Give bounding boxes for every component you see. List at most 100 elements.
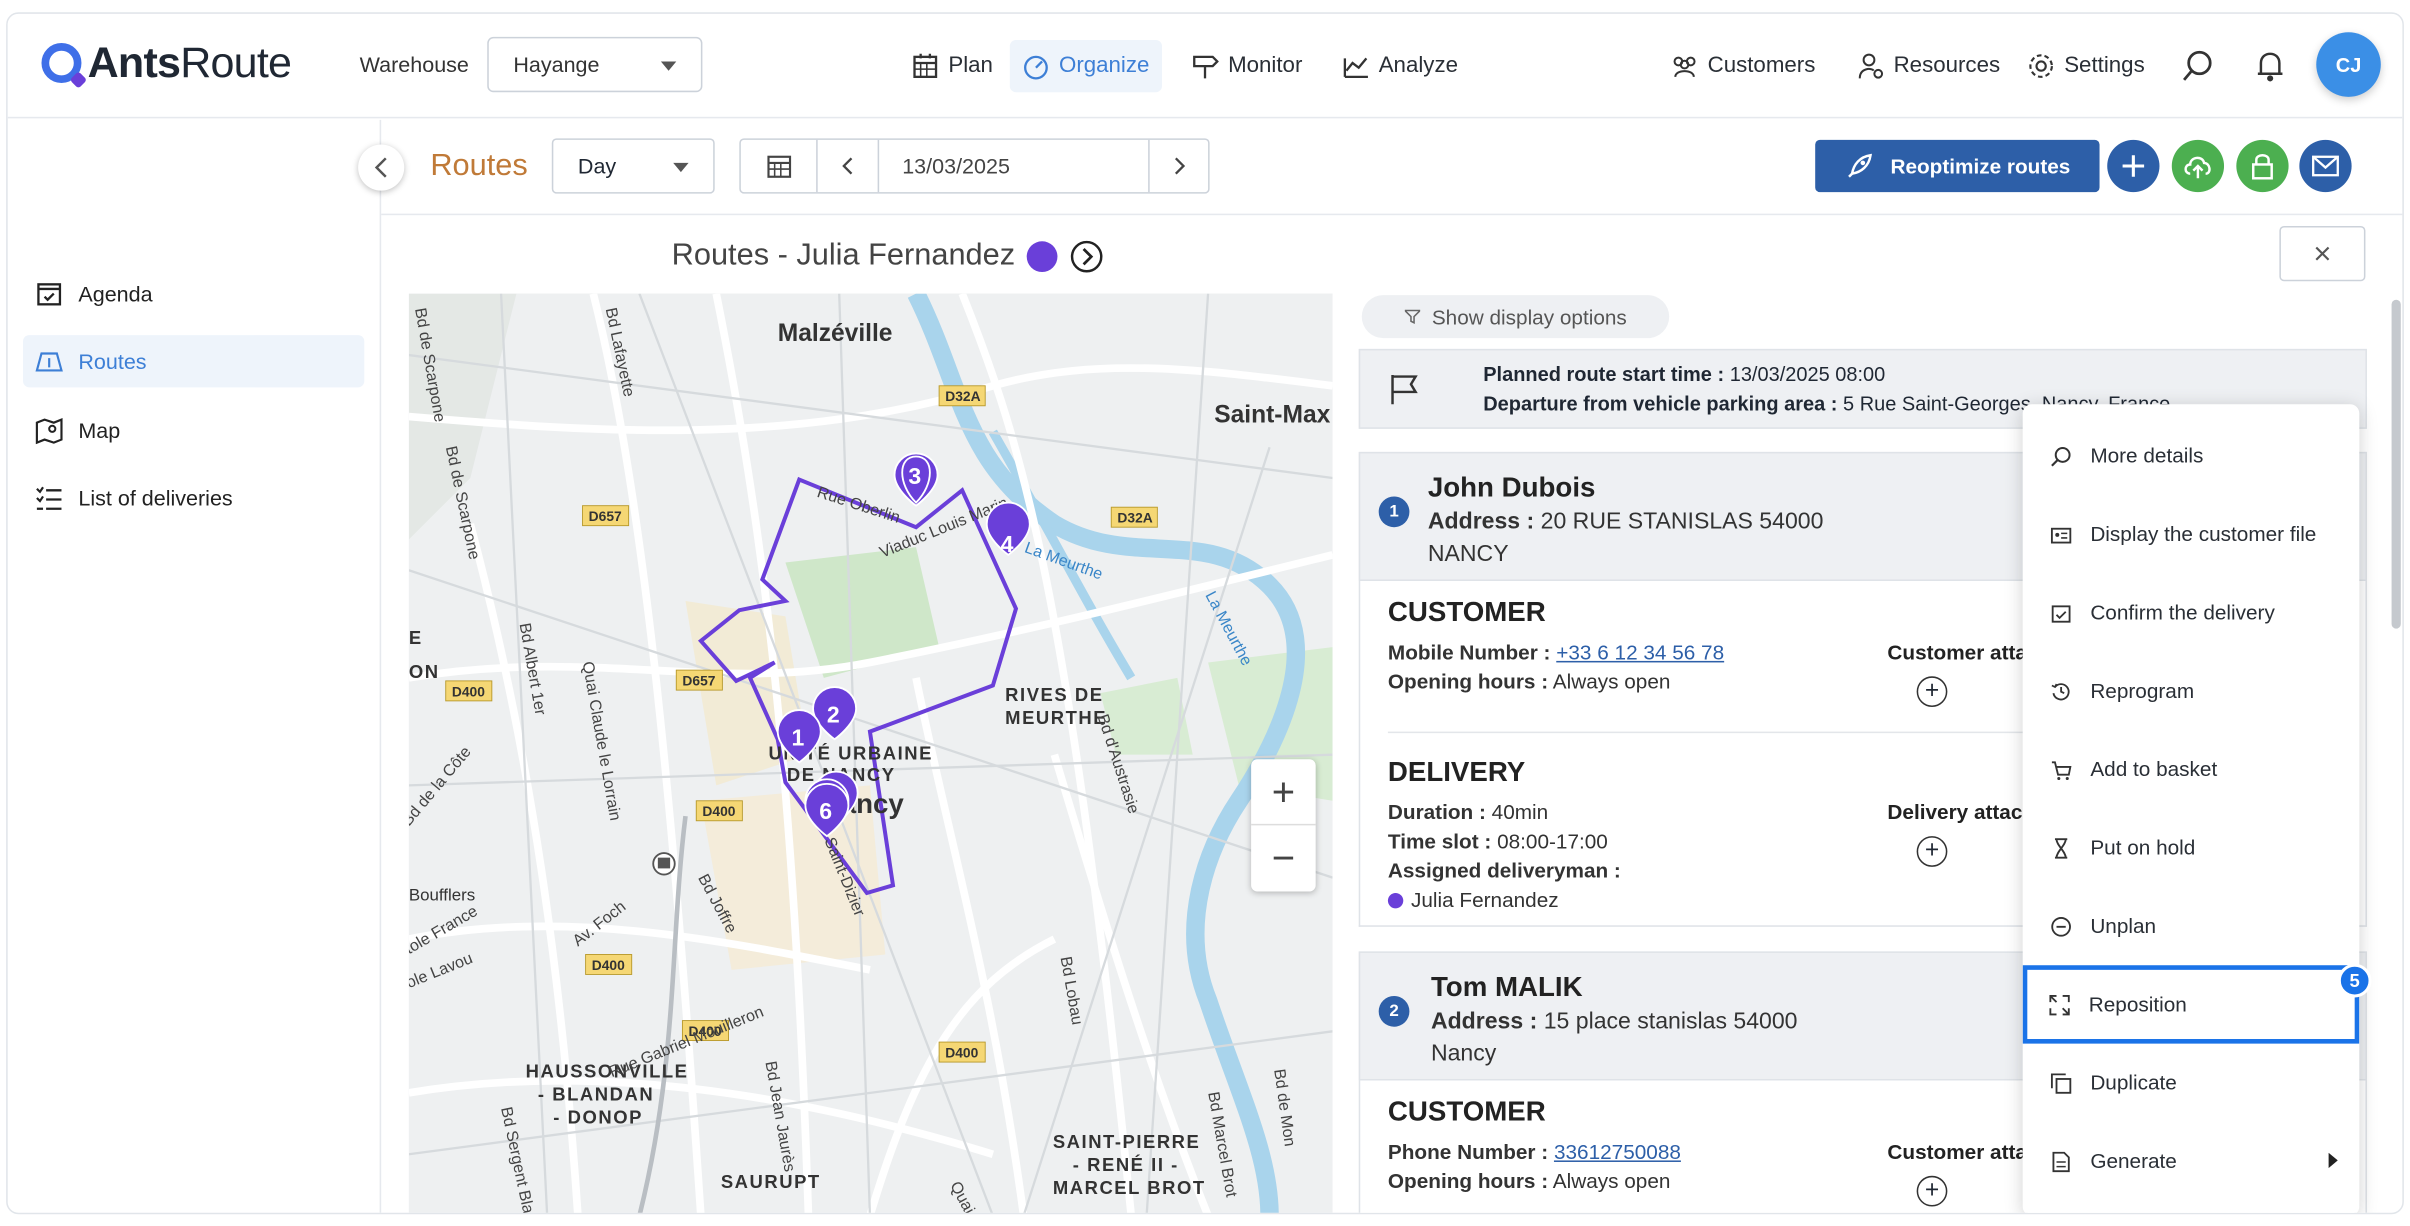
menu-item-put-on-hold[interactable]: Put on hold	[2023, 808, 2360, 886]
show-options-label: Show display options	[1431, 305, 1627, 329]
logo-text: AntsRoute	[87, 38, 292, 87]
customer-attachments-label: Customer atta	[1887, 640, 2027, 664]
nav-analyze[interactable]: Analyze	[1330, 40, 1471, 92]
email-button[interactable]	[2299, 139, 2352, 193]
zoom-icon	[2051, 446, 2071, 466]
svg-text:D400: D400	[592, 957, 625, 973]
menu-item-unplan[interactable]: Unplan	[2023, 887, 2360, 965]
close-icon	[2315, 246, 2330, 261]
sidebar-item-routes[interactable]: Routes	[23, 335, 365, 388]
delivery-attachments-label: Delivery attac	[1887, 800, 2023, 824]
menu-item-add-to-basket[interactable]: Add to basket	[2023, 730, 2360, 808]
nav-monitor[interactable]: Monitor	[1179, 40, 1315, 92]
chevron-circle-right-icon[interactable]	[1070, 239, 1104, 273]
chevron-right-icon	[1174, 157, 1186, 175]
svg-text:D400: D400	[702, 803, 735, 819]
svg-text:- BLANDAN: - BLANDAN	[538, 1083, 654, 1104]
customer-name: John Dubois	[1427, 471, 1596, 503]
upload-button[interactable]	[2171, 139, 2225, 193]
add-customer-attachment-icon[interactable]: +	[1916, 676, 1948, 708]
nav-organize[interactable]: Organize	[1009, 39, 1162, 93]
reoptimize-routes-button[interactable]: Reoptimize routes	[1815, 139, 2100, 193]
app-viewport: AntsRoute Warehouse Hayange Plan Organiz…	[0, 0, 2410, 1225]
close-button[interactable]	[2279, 225, 2366, 282]
customer-address: Address : 15 place stanislas 54000 Nancy	[1430, 1008, 1798, 1067]
step-badge: 5	[2337, 963, 2372, 998]
period-select[interactable]: Day	[551, 138, 715, 194]
svg-text:E: E	[409, 627, 423, 648]
customer-name: Tom MALIK	[1430, 971, 1583, 1003]
menu-item-label: Duplicate	[2090, 1071, 2177, 1095]
antsroute-logo[interactable]: AntsRoute	[41, 38, 292, 87]
sidebar-item-list-of-deliveries[interactable]: List of deliveries	[23, 472, 364, 524]
svg-text:2: 2	[827, 701, 840, 727]
duration-line: Duration : 40min	[1387, 800, 1549, 824]
warehouse-value: Hayange	[513, 52, 600, 77]
phone-link[interactable]: 33612750088	[1554, 1140, 1681, 1163]
user-avatar[interactable]: CJ	[2316, 32, 2381, 97]
nav-settings[interactable]: Settings	[2015, 40, 2157, 92]
basket-icon	[2051, 760, 2072, 780]
list-check-icon	[36, 486, 62, 510]
add-customer-attachment-icon[interactable]: +	[1916, 1175, 1948, 1207]
menu-item-display-customer-file[interactable]: Display the customer file	[2023, 495, 2360, 573]
show-display-options-button[interactable]: Show display options	[1361, 295, 1670, 339]
zoom-out-button[interactable]: −	[1251, 825, 1316, 891]
add-button[interactable]	[2107, 139, 2160, 193]
hours-line: Opening hours : Always open	[1387, 1169, 1671, 1193]
phone-line: Phone Number : 33612750088	[1387, 1140, 1681, 1164]
nav-resources-label: Resources	[1893, 53, 2001, 79]
nav-resources[interactable]: Resources	[1844, 40, 2012, 92]
top-bar: AntsRoute Warehouse Hayange Plan Organiz…	[7, 13, 2403, 119]
svg-text:4: 4	[1001, 531, 1014, 557]
date-picker: 13/03/2025	[739, 138, 1210, 194]
chevron-down-icon	[673, 162, 689, 173]
add-delivery-attachment-icon[interactable]: +	[1916, 836, 1948, 867]
logo-mark-icon	[41, 43, 82, 83]
bell-icon[interactable]	[2255, 49, 2286, 83]
sidebar-item-agenda[interactable]: Agenda	[23, 267, 364, 319]
sidebar-collapse-button[interactable]	[358, 144, 405, 191]
sidebar: Agenda Routes Map List of deliveries	[8, 119, 382, 1213]
phone-link[interactable]: +33 6 12 34 56 78	[1556, 641, 1724, 664]
nav-plan[interactable]: Plan	[899, 40, 1005, 92]
assigned-label: Assigned deliveryman :	[1387, 859, 1621, 883]
menu-item-reprogram[interactable]: Reprogram	[2023, 652, 2360, 730]
scrollbar-thumb[interactable]	[2391, 299, 2401, 629]
menu-item-generate[interactable]: Generate	[2023, 1122, 2360, 1200]
rocket-icon	[1848, 153, 1872, 178]
map-pin-icon	[35, 418, 63, 445]
deliveryman-color-dot	[1387, 892, 1404, 909]
menu-item-confirm-delivery[interactable]: Confirm the delivery	[2023, 573, 2360, 651]
nav-customers[interactable]: Customers	[1658, 40, 1827, 92]
menu-item-label: Display the customer file	[2090, 522, 2317, 546]
calendar-button[interactable]	[741, 139, 818, 193]
map-zoom-controls: + −	[1251, 759, 1316, 892]
route-map[interactable]: D32A D32A D657 D657 D400 D400 D400 D400 …	[408, 293, 1333, 1213]
svg-text:D32A: D32A	[945, 388, 980, 404]
svg-text:Boufflers: Boufflers	[409, 886, 475, 905]
date-field[interactable]: 13/03/2025	[879, 139, 1150, 193]
sidebar-item-map[interactable]: Map	[23, 404, 364, 456]
zoom-in-button[interactable]: +	[1251, 759, 1316, 826]
prev-date-button[interactable]	[818, 139, 880, 193]
menu-item-reposition[interactable]: Reposition	[2022, 965, 2360, 1044]
planned-start-line: Planned route start time : 13/03/2025 08…	[1483, 362, 1886, 386]
lock-button[interactable]	[2236, 139, 2289, 193]
menu-item-more-details[interactable]: More details	[2023, 417, 2360, 495]
svg-text:- RENÉ II -: - RENÉ II -	[1073, 1154, 1179, 1175]
warehouse-select[interactable]: Hayange	[487, 36, 703, 93]
next-date-button[interactable]	[1150, 140, 1208, 192]
calendar-grid-icon	[913, 53, 938, 79]
document-icon	[2052, 1151, 2070, 1172]
nav-monitor-label: Monitor	[1228, 53, 1303, 79]
search-icon[interactable]	[2181, 49, 2215, 83]
chevron-left-icon	[841, 157, 852, 175]
customer-attachments-label: Customer atta	[1887, 1140, 2027, 1164]
sidebar-item-label: Map	[78, 418, 121, 443]
chart-icon	[1343, 57, 1368, 79]
svg-text:D400: D400	[452, 683, 485, 699]
menu-item-duplicate[interactable]: Duplicate	[2023, 1044, 2360, 1122]
timeslot-line: Time slot : 08:00-17:00	[1387, 829, 1608, 854]
menu-item-label: Add to basket	[2090, 757, 2218, 781]
